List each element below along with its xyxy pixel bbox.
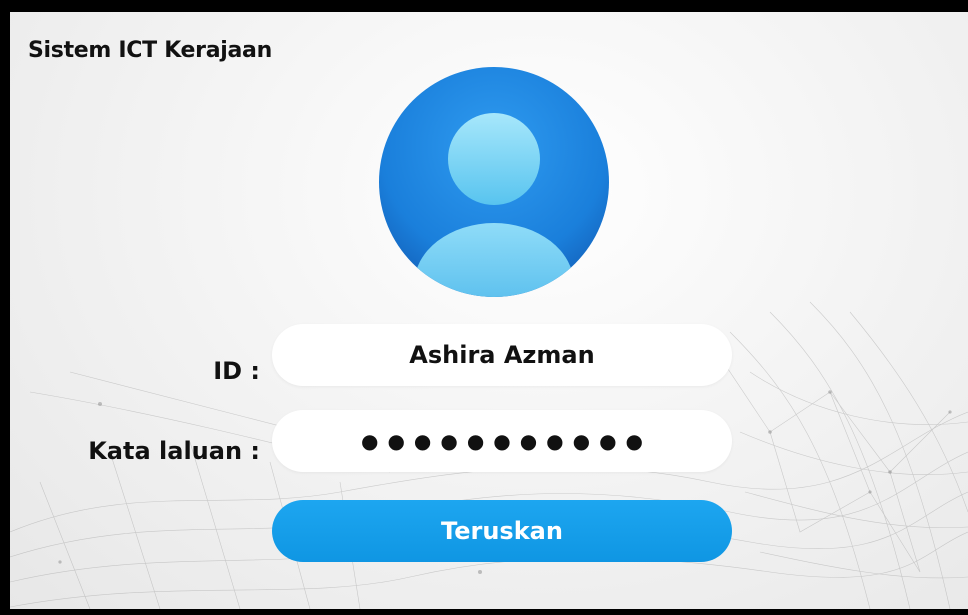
id-label: ID :	[213, 357, 260, 385]
password-label: Kata laluan :	[88, 437, 260, 465]
login-window: Sistem ICT Kerajaan ID : Ashira Azman Ka…	[0, 0, 968, 615]
id-input[interactable]: Ashira Azman	[272, 324, 732, 386]
user-avatar-icon	[379, 67, 609, 297]
submit-button[interactable]: Teruskan	[272, 500, 732, 562]
password-input[interactable]: ●●●●●●●●●●●	[272, 410, 732, 472]
app-title: Sistem ICT Kerajaan	[28, 38, 272, 63]
